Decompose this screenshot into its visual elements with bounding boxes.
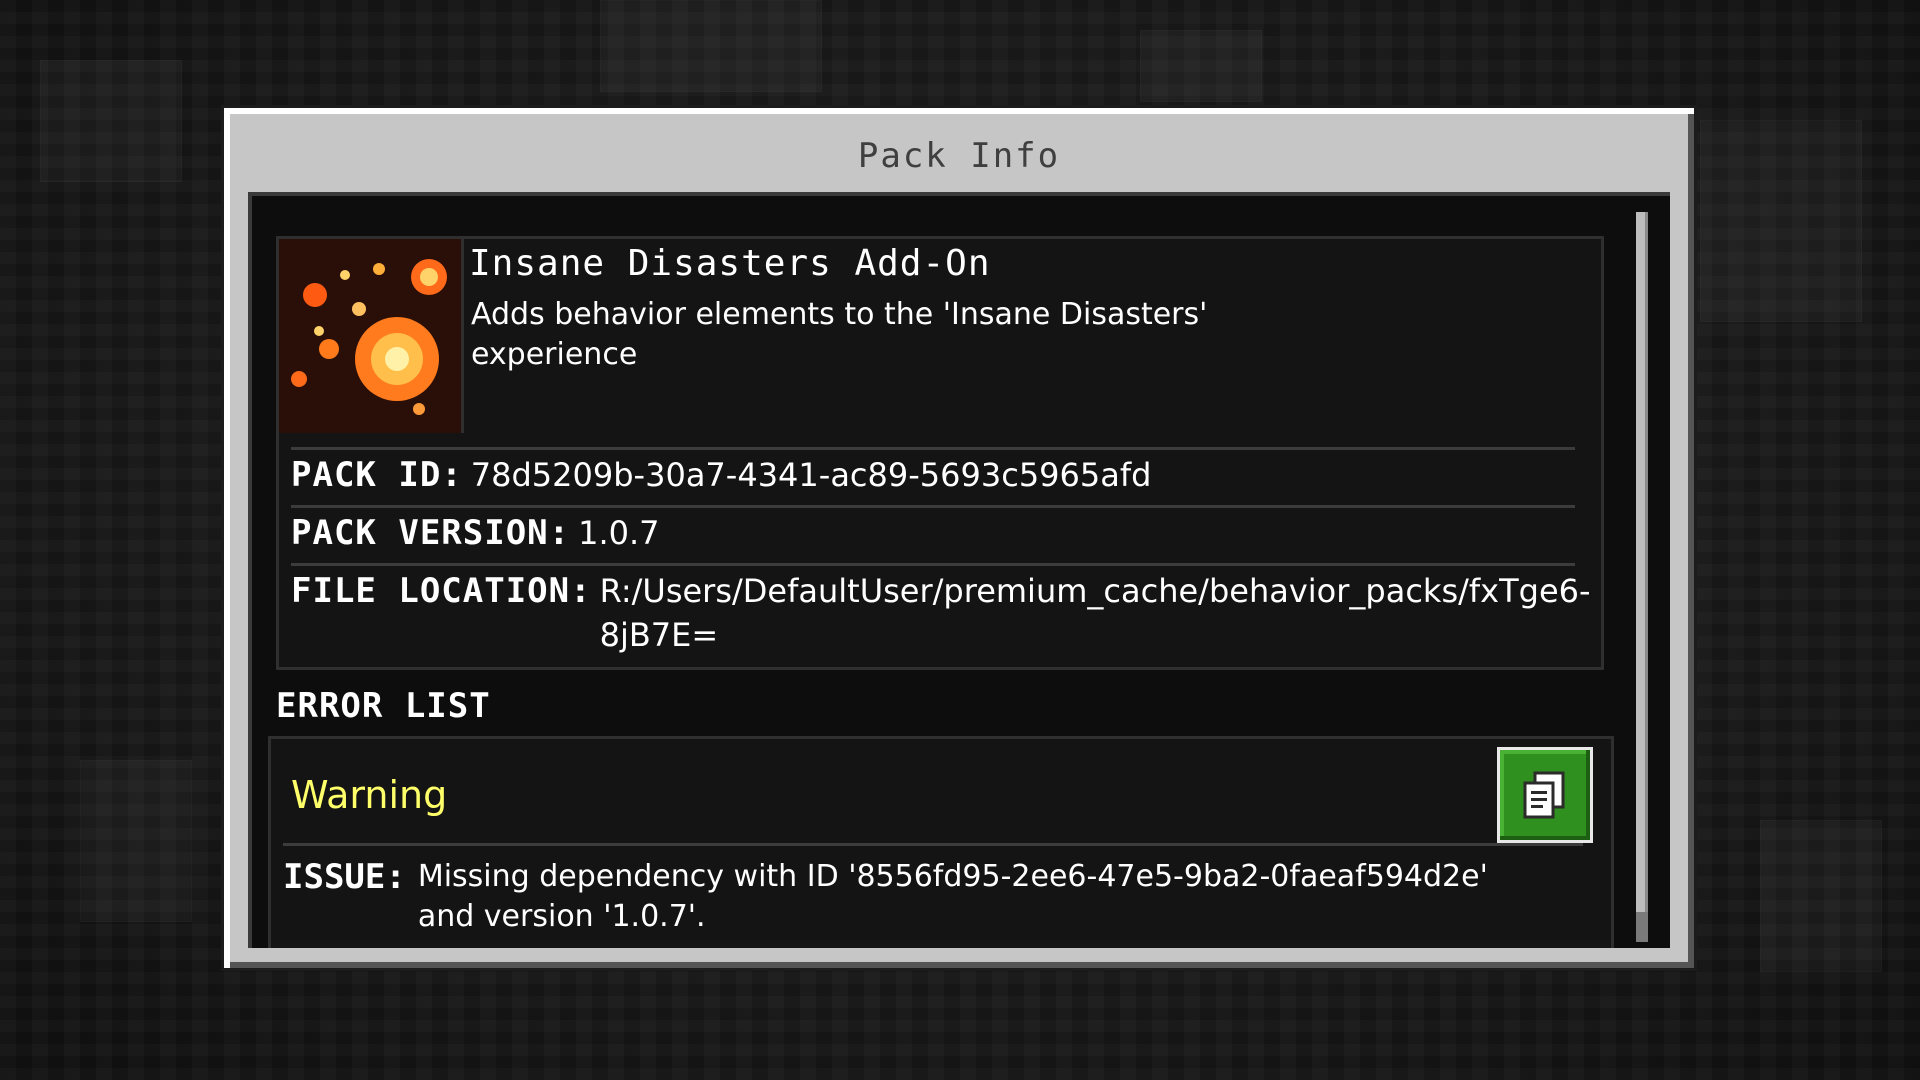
scrollbar-thumb[interactable]	[1636, 212, 1648, 912]
file-location-label: FILE LOCATION:	[291, 571, 592, 611]
background-block	[1760, 820, 1882, 972]
error-list-heading: ERROR LIST	[276, 686, 491, 726]
background-block	[80, 760, 192, 922]
pack-id-label: PACK ID:	[291, 455, 463, 495]
issue-text: Missing dependency with ID '8556fd95-2ee…	[417, 859, 1488, 934]
copy-icon	[1523, 771, 1565, 819]
error-item: Warning ISSUE: Missing dependency with I…	[268, 736, 1614, 948]
background-block	[600, 0, 822, 92]
scrollbar[interactable]	[1636, 212, 1648, 942]
background-block	[1700, 120, 1862, 322]
issue-label: ISSUE:	[283, 857, 406, 897]
pack-thumbnail	[279, 239, 464, 433]
pack-description: Adds behavior elements to the 'Insane Di…	[471, 297, 1208, 372]
pack-version-label: PACK VERSION:	[291, 513, 571, 553]
pack-id-row: PACK ID: 78d5209b-30a7-4341-ac89-5693c59…	[291, 453, 1591, 497]
file-location-row: FILE LOCATION: R:/Users/DefaultUser/prem…	[291, 569, 1591, 657]
pack-info-dialog: Pack Info Insane Disasters Add-On Adds b…	[224, 108, 1694, 968]
warning-label: Warning	[291, 773, 448, 817]
pack-version-value: 1.0.7	[578, 514, 660, 552]
background-block	[1140, 30, 1262, 102]
file-location-value: R:/Users/DefaultUser/premium_cache/behav…	[599, 572, 1591, 654]
pack-id-value: 78d5209b-30a7-4341-ac89-5693c5965afd	[470, 456, 1152, 494]
dialog-content[interactable]: Insane Disasters Add-On Adds behavior el…	[248, 192, 1670, 948]
pack-name: Insane Disasters Add-On	[469, 243, 991, 284]
divider	[291, 447, 1575, 450]
background-block	[40, 60, 182, 182]
copy-button[interactable]	[1497, 747, 1593, 843]
divider	[291, 505, 1575, 508]
issue-row: ISSUE: Missing dependency with ID '8556f…	[283, 857, 1603, 937]
meteor-fire-image	[279, 239, 461, 433]
dialog-title: Pack Info	[857, 136, 1061, 176]
pack-version-row: PACK VERSION: 1.0.7	[291, 511, 1591, 555]
divider	[283, 843, 1583, 846]
divider	[291, 563, 1575, 566]
pack-card: Insane Disasters Add-On Adds behavior el…	[276, 236, 1604, 670]
